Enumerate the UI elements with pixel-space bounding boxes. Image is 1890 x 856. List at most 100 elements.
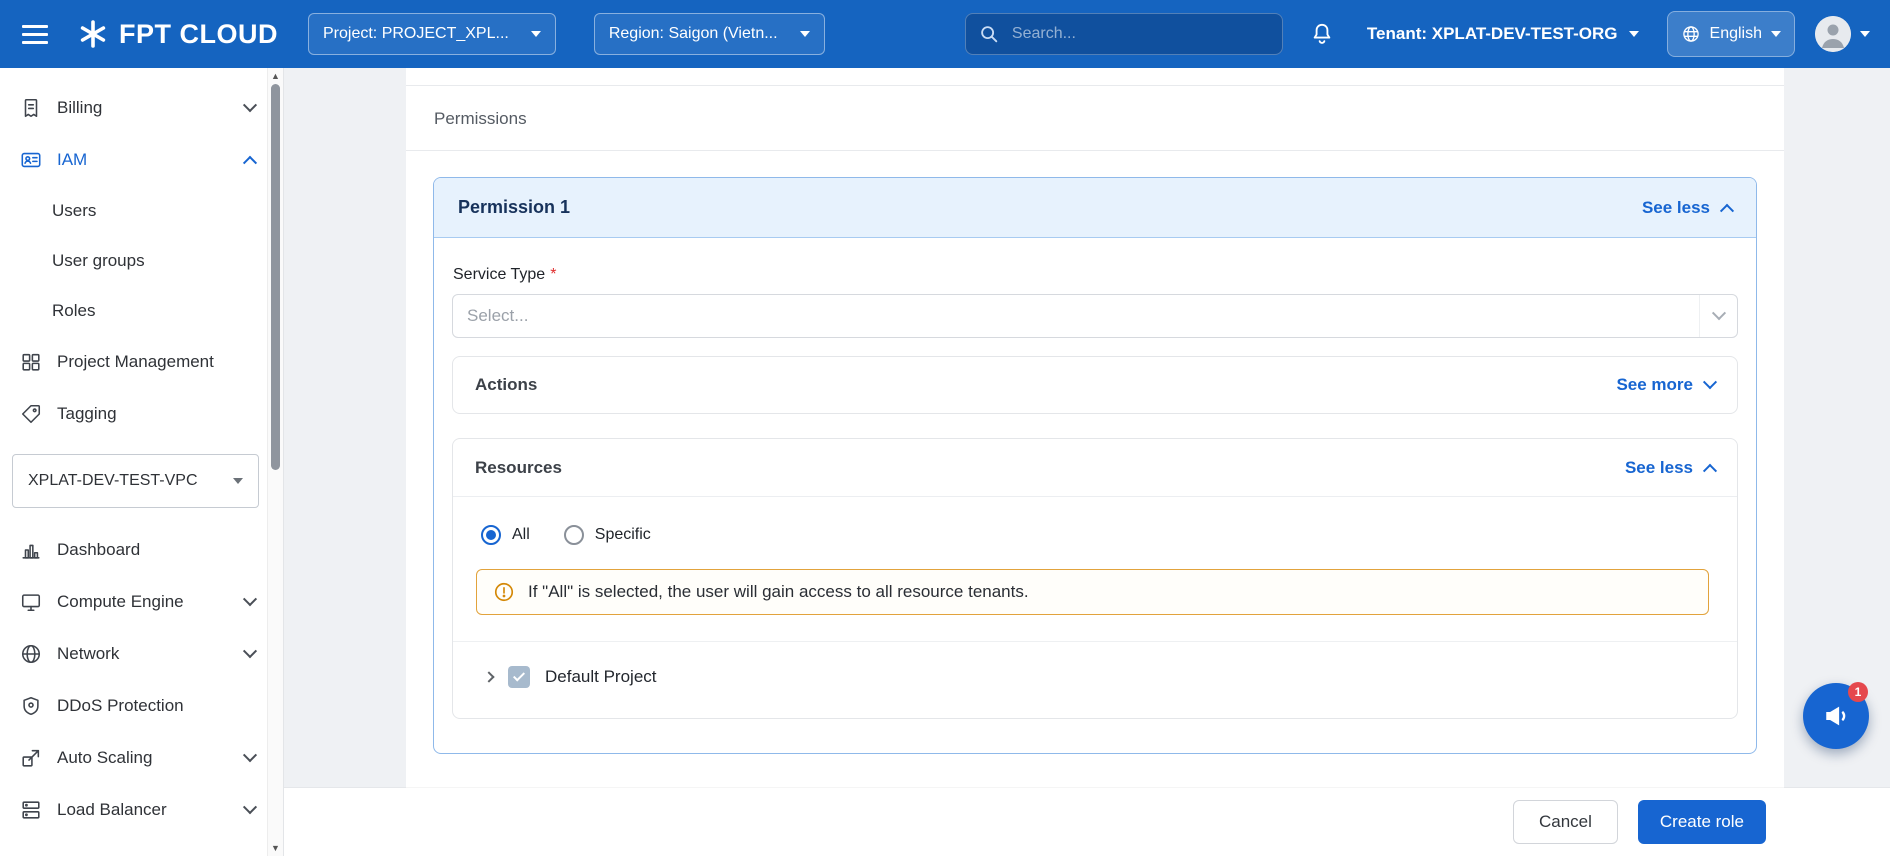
permissions-section-header: Permissions bbox=[406, 86, 1784, 151]
chevron-down-icon bbox=[1703, 375, 1717, 389]
chevron-down-icon bbox=[243, 98, 257, 112]
warning-icon bbox=[493, 581, 515, 603]
brand-name: FPT CLOUD bbox=[119, 19, 278, 50]
cancel-button[interactable]: Cancel bbox=[1513, 800, 1618, 844]
select-arrow-area bbox=[1699, 295, 1737, 337]
permission-panel-body: Service Type* Select... Actions See more bbox=[434, 238, 1756, 753]
chevron-down-icon bbox=[243, 748, 257, 762]
resources-scope-radios: All Specific bbox=[453, 497, 1737, 545]
project-dropdown[interactable]: Project: PROJECT_XPL... bbox=[308, 13, 556, 55]
sidebar-item-billing[interactable]: Billing bbox=[0, 82, 283, 134]
main-content: Permissions Permission 1 See less Servic… bbox=[284, 68, 1890, 856]
sidebar-item-iam[interactable]: IAM bbox=[0, 134, 283, 186]
chevron-up-icon bbox=[243, 156, 257, 170]
sidebar-subitem-label: Users bbox=[52, 201, 96, 221]
warning-text: If "All" is selected, the user will gain… bbox=[528, 582, 1029, 602]
scroll-down-arrow[interactable]: ▼ bbox=[268, 841, 283, 855]
chevron-down-icon bbox=[243, 800, 257, 814]
notifications-button[interactable] bbox=[1309, 21, 1335, 47]
checkmark-icon bbox=[513, 669, 525, 681]
resources-specific-radio[interactable]: Specific bbox=[564, 525, 651, 545]
search-icon bbox=[978, 23, 1000, 45]
sidebar-item-label: Auto Scaling bbox=[57, 748, 152, 768]
chevron-down-icon bbox=[243, 592, 257, 606]
scrollbar-thumb[interactable] bbox=[271, 84, 280, 470]
chevron-up-icon bbox=[1703, 463, 1717, 477]
sidebar-item-user-groups[interactable]: User groups bbox=[0, 236, 283, 286]
sidebar-item-roles[interactable]: Roles bbox=[0, 286, 283, 336]
search-box[interactable] bbox=[965, 13, 1283, 55]
sidebar-item-network[interactable]: Network bbox=[0, 628, 283, 680]
resources-header: Resources See less bbox=[453, 439, 1737, 497]
region-dropdown[interactable]: Region: Saigon (Vietn... bbox=[594, 13, 825, 55]
default-project-label: Default Project bbox=[545, 667, 657, 687]
sidebar-item-ddos-protection[interactable]: DDoS Protection bbox=[0, 680, 283, 732]
sidebar-item-tagging[interactable]: Tagging bbox=[0, 388, 283, 440]
chevron-down-icon bbox=[1860, 31, 1870, 37]
sidebar-item-load-balancer[interactable]: Load Balancer bbox=[0, 784, 283, 836]
brand-logo[interactable]: FPT CLOUD bbox=[78, 19, 278, 50]
permission-see-less-toggle[interactable]: See less bbox=[1642, 198, 1732, 218]
hamburger-menu-button[interactable] bbox=[14, 12, 58, 56]
sidebar-item-users[interactable]: Users bbox=[0, 186, 283, 236]
actions-title: Actions bbox=[475, 375, 537, 395]
shield-icon bbox=[20, 695, 42, 717]
chevron-down-icon bbox=[1771, 31, 1781, 37]
language-dropdown[interactable]: English bbox=[1667, 11, 1795, 57]
sidebar: Billing IAM Users User groups Roles Proj… bbox=[0, 68, 284, 856]
scroll-up-arrow[interactable]: ▲ bbox=[268, 69, 283, 83]
language-label: English bbox=[1710, 25, 1762, 43]
sidebar-item-project-management[interactable]: Project Management bbox=[0, 336, 283, 388]
user-menu[interactable] bbox=[1815, 16, 1870, 52]
service-type-select[interactable]: Select... bbox=[452, 294, 1738, 338]
announcements-fab[interactable]: 1 bbox=[1803, 683, 1869, 749]
chevron-down-icon bbox=[800, 31, 810, 37]
megaphone-icon bbox=[1821, 701, 1851, 731]
compute-icon bbox=[20, 591, 42, 613]
project-management-icon bbox=[20, 351, 42, 373]
chevron-down-icon bbox=[1711, 306, 1725, 320]
resources-all-radio[interactable]: All bbox=[481, 525, 530, 545]
expand-tree-chevron[interactable] bbox=[483, 671, 494, 682]
search-input[interactable] bbox=[1010, 24, 1270, 44]
dashboard-icon bbox=[20, 539, 42, 561]
resources-section: Resources See less All bbox=[452, 438, 1738, 719]
service-type-label: Service Type* bbox=[453, 266, 1738, 284]
user-icon bbox=[1815, 16, 1851, 52]
sidebar-item-compute-engine[interactable]: Compute Engine bbox=[0, 576, 283, 628]
sidebar-item-auto-scaling[interactable]: Auto Scaling bbox=[0, 732, 283, 784]
chevron-down-icon bbox=[243, 644, 257, 658]
select-placeholder: Select... bbox=[467, 306, 528, 326]
load-balancer-icon bbox=[20, 799, 42, 821]
required-asterisk: * bbox=[550, 266, 556, 283]
topbar: FPT CLOUD Project: PROJECT_XPL... Region… bbox=[0, 0, 1890, 68]
fpt-logo-icon bbox=[78, 19, 108, 49]
tenant-dropdown[interactable]: Tenant: XPLAT-DEV-TEST-ORG bbox=[1361, 23, 1645, 45]
chevron-down-icon bbox=[233, 478, 243, 484]
sidebar-item-label: IAM bbox=[57, 150, 87, 170]
sidebar-item-dashboard[interactable]: Dashboard bbox=[0, 524, 283, 576]
permission-panel-header: Permission 1 See less bbox=[434, 178, 1756, 238]
radio-unselected-icon bbox=[564, 525, 584, 545]
vpc-selector-value: XPLAT-DEV-TEST-VPC bbox=[28, 472, 198, 490]
iam-icon bbox=[20, 149, 42, 171]
region-dropdown-label: Region: Saigon (Vietn... bbox=[609, 25, 778, 43]
vpc-selector[interactable]: XPLAT-DEV-TEST-VPC bbox=[12, 454, 259, 508]
sidebar-subitem-label: Roles bbox=[52, 301, 95, 321]
sidebar-item-label: Project Management bbox=[57, 352, 214, 372]
resources-see-less-toggle[interactable]: See less bbox=[1625, 458, 1715, 478]
sidebar-scrollbar[interactable]: ▲ ▼ bbox=[267, 68, 283, 856]
notification-badge: 1 bbox=[1848, 682, 1868, 702]
sidebar-item-label: Network bbox=[57, 644, 119, 664]
network-icon bbox=[20, 643, 42, 665]
footer-action-bar: Cancel Create role bbox=[284, 788, 1890, 856]
permission-title: Permission 1 bbox=[458, 197, 570, 218]
project-dropdown-label: Project: PROJECT_XPL... bbox=[323, 25, 509, 43]
chevron-up-icon bbox=[1720, 203, 1734, 217]
resources-body: All Specific If "All" is selected, bbox=[453, 497, 1737, 718]
create-role-button[interactable]: Create role bbox=[1638, 800, 1766, 844]
all-access-warning: If "All" is selected, the user will gain… bbox=[476, 569, 1709, 615]
globe-icon bbox=[1681, 24, 1701, 44]
actions-see-more-toggle[interactable]: See more bbox=[1616, 375, 1715, 395]
default-project-checkbox[interactable] bbox=[508, 666, 530, 688]
